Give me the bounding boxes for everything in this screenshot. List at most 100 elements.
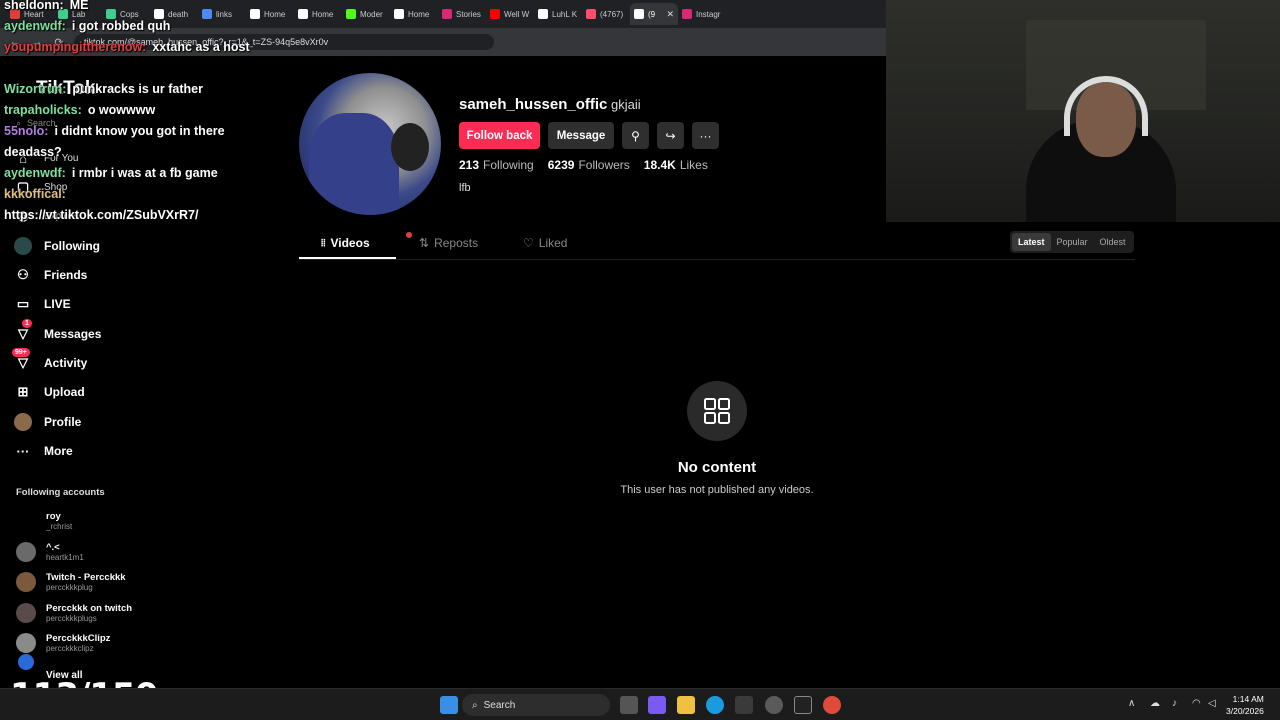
copilot-icon[interactable]: [648, 696, 666, 714]
share-icon[interactable]: ↪: [657, 122, 684, 149]
chat-message: kkkoffical:: [4, 187, 66, 201]
tray-app-icon[interactable]: ☁: [1150, 698, 1160, 709]
webcam-overlay: [886, 0, 1280, 222]
taskbar-clock[interactable]: 1:14 AM 3/20/2026: [1226, 693, 1264, 717]
chat-message: sheldonn: ME: [4, 0, 89, 12]
empty-state-title: No content: [677, 459, 757, 476]
heart-icon: ♡: [523, 236, 534, 250]
sidebar-item-profile[interactable]: Profile: [14, 411, 81, 433]
tab-favicon-icon: [298, 9, 308, 19]
avatar: [16, 511, 36, 531]
tab-favicon-icon: [490, 9, 500, 19]
chat-message: 55nolo: i didnt know you got in there: [4, 124, 225, 138]
sidebar-item-messages[interactable]: ▽ 1 Messages: [14, 319, 101, 345]
browser-tab[interactable]: Well W: [486, 3, 534, 25]
browser-tab[interactable]: Stories: [438, 3, 486, 25]
profile-avatar[interactable]: [299, 73, 441, 215]
browser-tab[interactable]: Home: [246, 3, 294, 25]
windows-taskbar: ⌕ Search ∧ ☁ ♪ ◠ ◁ 1:14 AM 3/20/2026: [0, 688, 1280, 720]
tab-favicon-icon: [346, 9, 356, 19]
avatar: [16, 633, 36, 653]
sort-oldest[interactable]: Oldest: [1094, 233, 1132, 251]
chat-message: youpumpingittherenow: xxtahc as a host: [4, 40, 250, 54]
account-item[interactable]: Twitch - Percckkk percckkkplug: [16, 572, 126, 592]
activity-icon: ▽ 99+: [12, 348, 32, 372]
profile-bio: lfb: [459, 182, 471, 194]
tab-videos[interactable]: ⦙⦙ Videos: [321, 236, 370, 250]
account-item[interactable]: roy _rchrist: [16, 511, 72, 531]
active-tab-indicator: [299, 257, 396, 259]
add-friend-icon[interactable]: ⚲: [622, 122, 649, 149]
avatar: [16, 542, 36, 562]
following-accounts-title: Following accounts: [16, 487, 105, 498]
tab-favicon-icon: [250, 9, 260, 19]
tab-favicon-icon: [442, 9, 452, 19]
sort-toggle: Latest Popular Oldest: [1010, 231, 1134, 253]
browser-tab[interactable]: links: [198, 3, 246, 25]
sidebar-item-more[interactable]: ··· More: [14, 440, 73, 462]
edge-icon[interactable]: [706, 696, 724, 714]
account-item[interactable]: PercckkkClipz percckkkclipz: [16, 633, 110, 653]
task-view-icon[interactable]: [620, 696, 638, 714]
likes-stat: 18.4K Likes: [643, 158, 708, 172]
tab-favicon-icon: [634, 9, 644, 19]
sidebar-item-friends[interactable]: ⚇ Friends: [14, 264, 87, 286]
sidebar-item-activity[interactable]: ▽ 99+ Activity: [12, 348, 87, 374]
app-bubble-icon[interactable]: [18, 654, 34, 670]
browser-tab[interactable]: Home: [390, 3, 438, 25]
discord-icon[interactable]: [765, 696, 783, 714]
sidebar-item-following[interactable]: Following: [14, 235, 100, 257]
volume-icon[interactable]: ◁: [1208, 698, 1216, 709]
browser-tab[interactable]: Instagr: [678, 3, 726, 25]
folder-icon[interactable]: [677, 696, 695, 714]
chat-message: https://vt.tiktok.com/ZSubVXrR7/: [4, 208, 199, 222]
tab-favicon-icon: [682, 9, 692, 19]
cursor-indicator: [406, 232, 412, 238]
avatar: [16, 572, 36, 592]
account-item[interactable]: Percckkk on twitch percckkkplugs: [16, 603, 132, 623]
browser-tab[interactable]: (4767): [582, 3, 630, 25]
following-stat[interactable]: 213 Following: [459, 158, 534, 172]
more-icon: ···: [16, 443, 30, 459]
browser-tab[interactable]: (9 ✕: [630, 3, 678, 25]
tab-favicon-icon: [538, 9, 548, 19]
sidebar-item-upload[interactable]: ⊞ Upload: [14, 381, 85, 403]
messages-badge: 1: [22, 319, 32, 328]
wifi-icon[interactable]: ◠: [1192, 698, 1201, 709]
profile-icon: [14, 413, 32, 431]
start-icon[interactable]: [440, 696, 458, 714]
sidebar-item-live[interactable]: ▭ LIVE: [14, 293, 71, 315]
live-icon: ▭: [16, 296, 30, 311]
grid-icon: ⦙⦙: [321, 237, 326, 249]
tab-liked[interactable]: ♡ Liked: [523, 236, 567, 250]
account-item[interactable]: ^.< heartk1m1: [16, 542, 84, 562]
browser-tab[interactable]: Home: [294, 3, 342, 25]
app-icon[interactable]: [794, 696, 812, 714]
grid-icon: [687, 381, 747, 441]
sort-popular[interactable]: Popular: [1051, 233, 1094, 251]
microphone-icon[interactable]: ♪: [1172, 698, 1177, 709]
chat-message: aydenwdf: i got robbed quh: [4, 19, 171, 33]
tab-favicon-icon: [202, 9, 212, 19]
tray-chevron-icon[interactable]: ∧: [1128, 698, 1135, 709]
chat-message: Wizortrun: punkracks is ur father: [4, 82, 203, 96]
repost-icon: ⇅: [419, 236, 430, 250]
browser-tab[interactable]: LuhL K: [534, 3, 582, 25]
tab-favicon-icon: [106, 9, 116, 19]
store-icon[interactable]: [735, 696, 753, 714]
sort-latest[interactable]: Latest: [1012, 233, 1051, 251]
tab-favicon-icon: [154, 9, 164, 19]
chrome-icon[interactable]: [823, 696, 841, 714]
profile-nickname: gkjaii: [611, 97, 641, 112]
follow-back-button[interactable]: Follow back: [459, 122, 540, 149]
chat-message: deadass?: [4, 145, 62, 159]
taskbar-search[interactable]: ⌕ Search: [462, 694, 610, 716]
browser-tab[interactable]: Moder: [342, 3, 390, 25]
message-button[interactable]: Message: [548, 122, 614, 149]
tab-reposts[interactable]: ⇅ Reposts: [419, 236, 478, 250]
close-tab-icon[interactable]: ✕: [666, 9, 674, 20]
messages-icon: ▽ 1: [14, 319, 32, 343]
following-icon: [14, 237, 32, 255]
followers-stat[interactable]: 6239 Followers: [548, 158, 630, 172]
more-options-icon[interactable]: ···: [692, 122, 719, 149]
